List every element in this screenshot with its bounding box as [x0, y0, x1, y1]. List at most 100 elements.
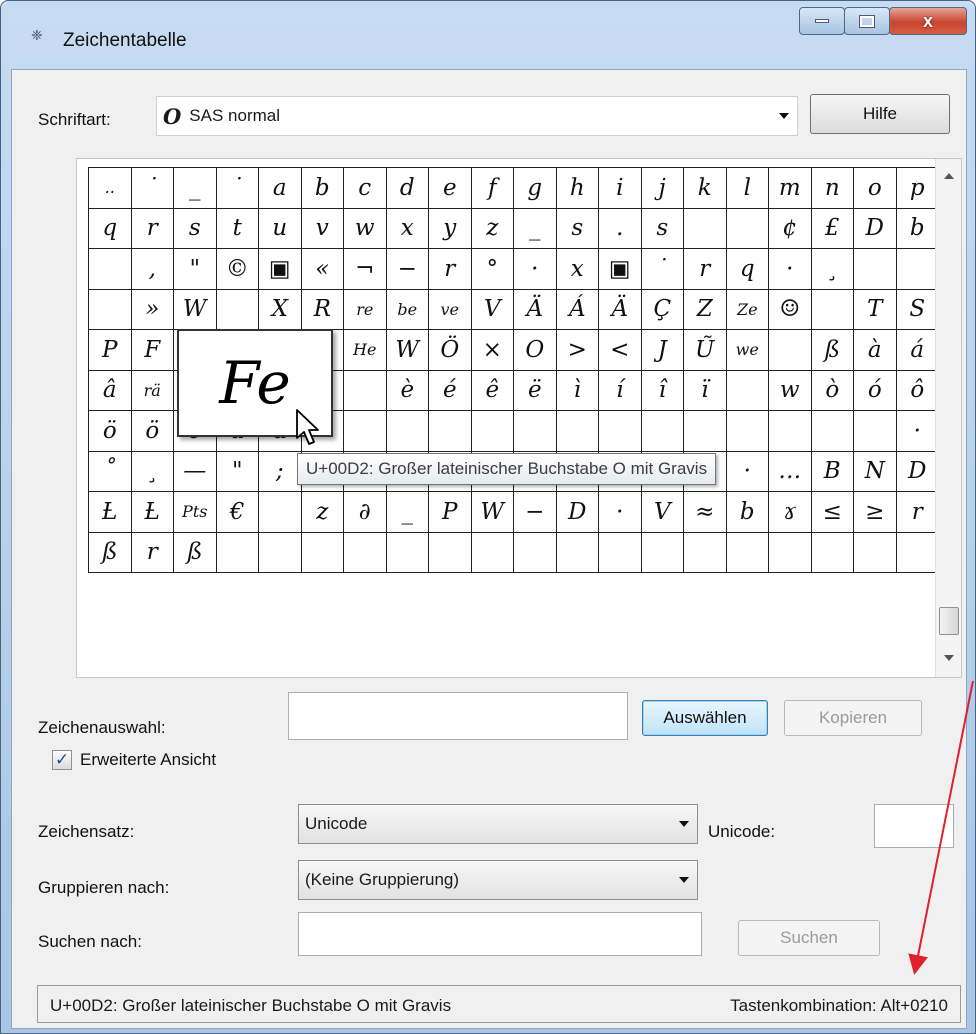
grid-scrollbar[interactable] [935, 159, 961, 677]
character-cell[interactable]: ¸ [811, 249, 854, 290]
character-cell[interactable]: ô [896, 370, 939, 411]
character-cell[interactable]: F [131, 330, 174, 371]
advanced-view-label[interactable]: Erweiterte Ansicht [80, 750, 216, 770]
character-cell[interactable] [386, 411, 429, 452]
character-cell[interactable]: r [131, 532, 174, 573]
character-cell[interactable] [726, 411, 769, 452]
character-cell[interactable]: r [896, 492, 939, 533]
character-cell[interactable]: ß [174, 532, 217, 573]
character-cell[interactable]: D [556, 492, 599, 533]
character-cell[interactable]: < [599, 330, 642, 371]
character-cell[interactable]: z [301, 492, 344, 533]
character-cell[interactable]: W [386, 330, 429, 371]
character-cell[interactable] [514, 532, 557, 573]
character-cell[interactable]: Z [684, 289, 727, 330]
character-cell[interactable]: ≥ [854, 492, 897, 533]
character-cell[interactable]: ° [471, 249, 514, 290]
character-cell[interactable] [471, 532, 514, 573]
character-cell[interactable] [854, 532, 897, 573]
character-cell[interactable]: á [896, 330, 939, 371]
character-cell[interactable]: D [896, 451, 939, 492]
character-cell[interactable]: ö [131, 411, 174, 452]
character-cell[interactable]: l [726, 168, 769, 209]
character-cell[interactable]: a [259, 168, 302, 209]
character-cell[interactable]: ï [684, 370, 727, 411]
character-cell[interactable]: − [514, 492, 557, 533]
character-cell[interactable]: " [174, 249, 217, 290]
character-cell[interactable] [641, 532, 684, 573]
character-cell[interactable]: ˙ [641, 249, 684, 290]
character-cell[interactable]: b [301, 168, 344, 209]
character-cell[interactable]: > [556, 330, 599, 371]
character-cell[interactable]: q [89, 208, 132, 249]
character-cell[interactable]: W [174, 289, 217, 330]
character-cell[interactable] [811, 289, 854, 330]
character-cell[interactable]: ≤ [811, 492, 854, 533]
character-cell[interactable]: X [259, 289, 302, 330]
character-cell[interactable]: ê [471, 370, 514, 411]
character-cell[interactable] [769, 330, 812, 371]
character-cell[interactable] [429, 411, 472, 452]
character-cell[interactable] [514, 411, 557, 452]
character-cell[interactable] [429, 532, 472, 573]
search-input[interactable] [298, 912, 702, 956]
character-cell[interactable]: · [726, 451, 769, 492]
character-cell[interactable]: ve [429, 289, 472, 330]
character-cell[interactable]: s [556, 208, 599, 249]
character-cell[interactable]: Ä [599, 289, 642, 330]
character-cell[interactable]: « [301, 249, 344, 290]
selection-input[interactable] [288, 692, 628, 740]
character-cell[interactable]: , [131, 249, 174, 290]
character-cell[interactable] [896, 532, 939, 573]
character-cell[interactable] [769, 532, 812, 573]
character-cell[interactable]: ¸ [131, 451, 174, 492]
character-cell[interactable] [811, 411, 854, 452]
character-cell[interactable] [769, 411, 812, 452]
character-cell[interactable] [684, 208, 727, 249]
help-button[interactable]: Hilfe [810, 94, 950, 134]
character-cell[interactable]: £ [811, 208, 854, 249]
character-cell[interactable]: . [599, 208, 642, 249]
character-cell[interactable]: ß [89, 532, 132, 573]
character-cell[interactable]: .. [89, 168, 132, 209]
character-cell[interactable]: · [514, 249, 557, 290]
character-cell[interactable]: · [769, 249, 812, 290]
character-cell[interactable]: B [811, 451, 854, 492]
character-cell[interactable]: · [599, 492, 642, 533]
character-cell[interactable]: v [301, 208, 344, 249]
character-cell[interactable]: n [811, 168, 854, 209]
character-cell[interactable] [89, 249, 132, 290]
character-cell[interactable]: y [429, 208, 472, 249]
character-cell[interactable] [89, 289, 132, 330]
character-cell[interactable]: ì [556, 370, 599, 411]
character-cell[interactable] [216, 532, 259, 573]
character-cell[interactable]: r [131, 208, 174, 249]
character-cell[interactable] [854, 249, 897, 290]
character-cell[interactable]: R [301, 289, 344, 330]
character-cell[interactable] [854, 411, 897, 452]
character-cell[interactable]: f [471, 168, 514, 209]
character-cell[interactable]: ▣ [259, 249, 302, 290]
character-cell[interactable]: ò [811, 370, 854, 411]
character-cell[interactable]: u [259, 208, 302, 249]
character-cell[interactable]: · [896, 411, 939, 452]
character-cell[interactable]: " [216, 451, 259, 492]
character-cell[interactable]: x [556, 249, 599, 290]
character-cell[interactable]: r [429, 249, 472, 290]
character-cell[interactable]: — [174, 451, 217, 492]
character-cell[interactable]: k [684, 168, 727, 209]
search-button[interactable]: Suchen [738, 920, 880, 956]
character-cell[interactable]: s [174, 208, 217, 249]
character-cell[interactable]: Ƚ [89, 492, 132, 533]
character-cell[interactable]: è [386, 370, 429, 411]
character-cell[interactable]: î [641, 370, 684, 411]
character-cell[interactable] [259, 532, 302, 573]
character-cell[interactable] [556, 532, 599, 573]
close-button[interactable]: x [889, 7, 967, 35]
character-cell[interactable] [726, 532, 769, 573]
character-cell[interactable] [344, 532, 387, 573]
character-cell[interactable] [556, 411, 599, 452]
character-cell[interactable]: − [386, 249, 429, 290]
maximize-button[interactable] [844, 7, 890, 35]
character-cell[interactable]: â [89, 370, 132, 411]
